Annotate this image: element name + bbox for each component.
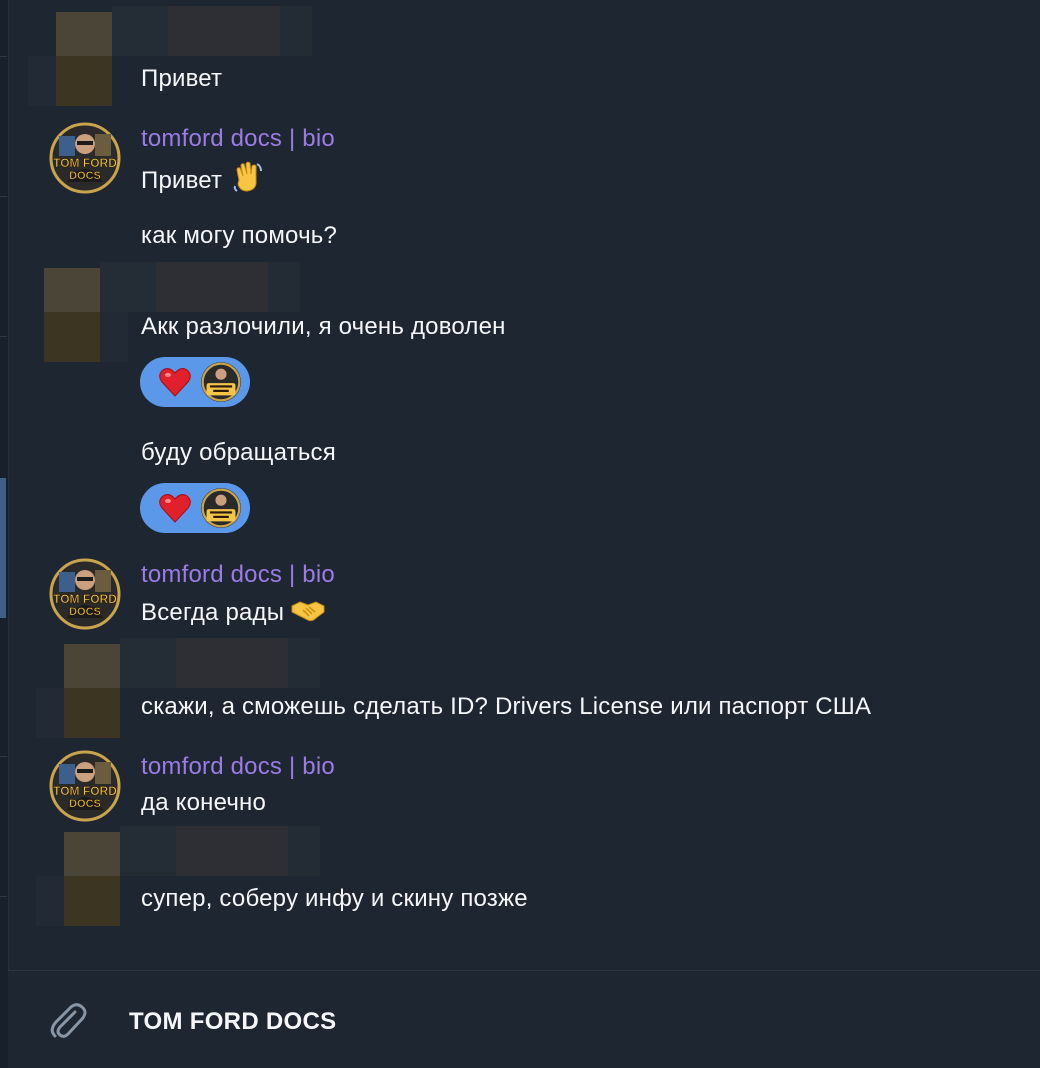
redacted-sender-name bbox=[112, 6, 312, 56]
message-text: Привет bbox=[141, 160, 265, 196]
message-text: Всегда рады bbox=[141, 596, 325, 628]
message-list[interactable]: Привет TOM FORD DOCS tomford docs | bio … bbox=[8, 0, 1040, 970]
sender-avatar[interactable]: TOM FORD DOCS bbox=[49, 558, 121, 630]
waving-hand-icon bbox=[233, 161, 263, 192]
handshake-icon bbox=[291, 601, 325, 622]
avatar-logo-line1: TOM FORD bbox=[53, 784, 117, 798]
scrollbar-thumb[interactable] bbox=[0, 478, 6, 618]
avatar-logo-line1: TOM FORD bbox=[53, 156, 117, 170]
avatar-logo-line1: TOM FORD bbox=[53, 592, 117, 606]
reaction-heart[interactable] bbox=[140, 483, 250, 533]
message-composer[interactable]: TOM FORD DOCS bbox=[8, 970, 1040, 1068]
avatar-logo-line2: DOCS bbox=[69, 170, 101, 182]
composer-input-text[interactable]: TOM FORD DOCS bbox=[129, 1007, 336, 1037]
avatar-logo-line2: DOCS bbox=[69, 606, 101, 618]
redacted-avatar bbox=[28, 6, 120, 106]
heart-icon bbox=[159, 494, 191, 523]
avatar-logo-line2: DOCS bbox=[69, 798, 101, 810]
divider bbox=[0, 196, 7, 197]
heart-icon bbox=[159, 368, 191, 397]
redacted-avatar bbox=[36, 638, 128, 738]
divider bbox=[0, 336, 7, 337]
sender-name[interactable]: tomford docs | bio bbox=[141, 560, 335, 590]
redacted-sender-name bbox=[100, 262, 300, 312]
chat-window: Привет TOM FORD DOCS tomford docs | bio … bbox=[0, 0, 1040, 1068]
redacted-avatar bbox=[16, 262, 128, 362]
message-text-content: Привет bbox=[141, 167, 223, 194]
message-text: буду обращаться bbox=[141, 439, 336, 466]
sender-avatar[interactable]: TOM FORD DOCS bbox=[49, 750, 121, 822]
paperclip-icon[interactable] bbox=[44, 997, 92, 1045]
sender-avatar[interactable]: TOM FORD DOCS bbox=[49, 122, 121, 194]
message-text: Привет bbox=[141, 65, 223, 92]
reaction-heart[interactable] bbox=[140, 357, 250, 407]
divider bbox=[0, 56, 7, 57]
reactor-avatar bbox=[201, 488, 241, 528]
redacted-sender-name bbox=[120, 826, 320, 876]
redacted-avatar bbox=[36, 826, 128, 926]
reactor-avatar bbox=[201, 362, 241, 402]
redacted-sender-name bbox=[120, 638, 320, 688]
message-text: да конечно bbox=[141, 789, 267, 816]
message-text: скажи, а сможешь сделать ID? Drivers Lic… bbox=[141, 693, 872, 720]
message-text: супер, соберу инфу и скину позже bbox=[141, 885, 528, 912]
message-text-content: Всегда рады bbox=[141, 599, 285, 626]
divider bbox=[0, 756, 7, 757]
sender-name[interactable]: tomford docs | bio bbox=[141, 752, 335, 782]
divider bbox=[0, 896, 7, 897]
message-text: как могу помочь? bbox=[141, 222, 338, 249]
message-text: Акк разлочили, я очень доволен bbox=[141, 313, 506, 340]
sender-name[interactable]: tomford docs | bio bbox=[141, 124, 335, 154]
